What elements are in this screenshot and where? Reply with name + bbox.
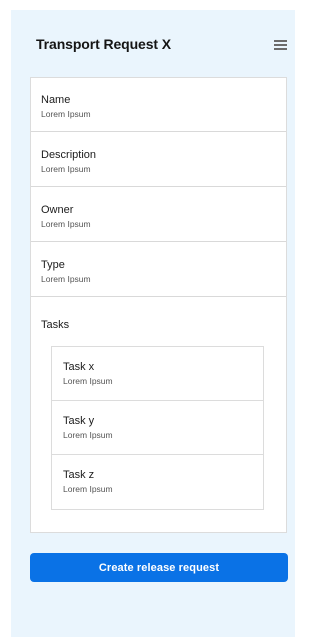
field-name: Name Lorem Ipsum xyxy=(31,78,286,132)
task-value: Lorem Ipsum xyxy=(63,430,113,440)
field-label: Description xyxy=(41,149,97,161)
header: Transport Request X xyxy=(11,10,295,76)
page-title: Transport Request X xyxy=(36,36,172,52)
task-label: Task z xyxy=(63,469,95,481)
task-label: Task x xyxy=(63,361,95,373)
menu-icon-bar xyxy=(274,40,287,42)
field-value: Lorem Ipsum xyxy=(41,164,91,174)
task-value: Lorem Ipsum xyxy=(63,484,113,494)
hamburger-menu-icon[interactable] xyxy=(274,40,287,50)
field-label: Owner xyxy=(41,204,74,216)
menu-icon-bar xyxy=(274,48,287,50)
field-type: Type Lorem Ipsum xyxy=(31,243,286,297)
menu-icon-bar xyxy=(274,44,287,46)
task-label: Task y xyxy=(63,415,95,427)
task-value: Lorem Ipsum xyxy=(63,376,113,386)
field-label: Name xyxy=(41,94,71,106)
task-item-y[interactable]: Task y Lorem Ipsum xyxy=(52,401,263,455)
field-value: Lorem Ipsum xyxy=(41,219,91,229)
tasks-label: Tasks xyxy=(41,319,70,331)
tasks-list: Task x Lorem Ipsum Task y Lorem Ipsum Ta… xyxy=(51,346,264,510)
task-item-z[interactable]: Task z Lorem Ipsum xyxy=(52,455,263,509)
field-label: Type xyxy=(41,259,65,271)
task-item-x[interactable]: Task x Lorem Ipsum xyxy=(52,347,263,401)
field-value: Lorem Ipsum xyxy=(41,274,91,284)
field-value: Lorem Ipsum xyxy=(41,109,91,119)
field-owner: Owner Lorem Ipsum xyxy=(31,188,286,242)
app-screen: Transport Request X Name Lorem Ipsum Des… xyxy=(11,10,295,637)
request-details-card: Name Lorem Ipsum Description Lorem Ipsum… xyxy=(30,77,287,533)
create-release-request-button[interactable]: Create release request xyxy=(30,553,288,582)
field-description: Description Lorem Ipsum xyxy=(31,133,286,187)
